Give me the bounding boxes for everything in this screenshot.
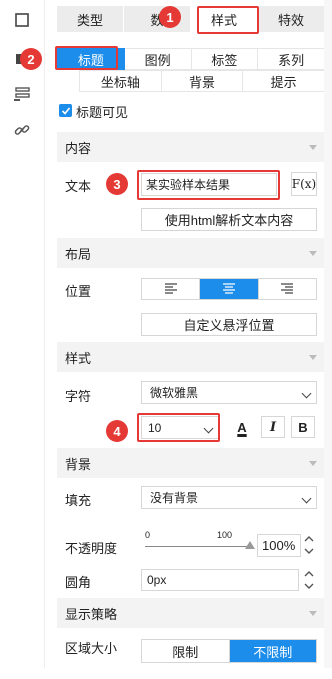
chevron-down-icon[interactable] bbox=[303, 545, 315, 557]
tab-effects[interactable]: 特效 bbox=[258, 6, 325, 32]
area-size-label: 区域大小 bbox=[65, 641, 118, 656]
section-content[interactable]: 内容 bbox=[57, 132, 325, 162]
fill-value: 没有背景 bbox=[150, 491, 199, 505]
title-visible-label: 标题可见 bbox=[76, 105, 129, 120]
custom-float-position-button[interactable]: 自定义悬浮位置 bbox=[141, 313, 317, 336]
subtab-tooltip[interactable]: 提示 bbox=[243, 70, 326, 92]
radius-stepper[interactable] bbox=[303, 568, 317, 592]
section-background-title: 背景 bbox=[65, 456, 92, 472]
opacity-stepper[interactable] bbox=[303, 533, 317, 558]
left-icon-rail bbox=[0, 0, 44, 679]
collapse-caret-icon bbox=[309, 250, 317, 256]
font-label: 字符 bbox=[65, 389, 92, 404]
callout-box-font-size bbox=[137, 413, 220, 442]
slider-max-label: 100 bbox=[217, 530, 233, 540]
chart-property-panel: 类型 数 样式 特效 标题 图例 标签 系列 坐标轴 背景 提示 标题可见 内容… bbox=[0, 0, 332, 679]
collapse-caret-icon bbox=[309, 354, 317, 360]
table-list-icon[interactable] bbox=[12, 84, 32, 104]
opacity-slider-track[interactable] bbox=[145, 546, 251, 547]
bold-button[interactable]: B bbox=[291, 416, 315, 438]
fill-select[interactable]: 没有背景 bbox=[141, 486, 317, 509]
section-display-strategy[interactable]: 显示策略 bbox=[57, 598, 325, 628]
font-family-select[interactable]: 微软雅黑 bbox=[141, 381, 317, 404]
callout-box-style-tab bbox=[197, 6, 259, 34]
align-left-button[interactable] bbox=[142, 279, 201, 299]
main-tabs: 类型 数 样式 特效 bbox=[57, 6, 325, 32]
subtab-axis[interactable]: 坐标轴 bbox=[79, 70, 162, 92]
collapse-caret-icon bbox=[309, 460, 317, 466]
callout-badge-1: 1 bbox=[159, 6, 181, 28]
area-limit-option[interactable]: 限制 bbox=[142, 640, 230, 662]
section-style[interactable]: 样式 bbox=[57, 342, 325, 372]
font-color-button[interactable]: A bbox=[231, 416, 253, 438]
chevron-up-icon[interactable] bbox=[303, 533, 315, 545]
area-size-segment: 限制 不限制 bbox=[141, 639, 317, 663]
area-unlimited-option[interactable]: 不限制 bbox=[229, 640, 316, 662]
text-label: 文本 bbox=[65, 179, 92, 194]
fill-label: 填充 bbox=[65, 493, 92, 508]
section-layout[interactable]: 布局 bbox=[57, 238, 325, 268]
chevron-up-icon[interactable] bbox=[303, 568, 315, 580]
chevron-down-icon[interactable] bbox=[303, 580, 315, 592]
html-parse-button[interactable]: 使用html解析文本内容 bbox=[141, 208, 317, 231]
callout-badge-3: 3 bbox=[106, 173, 128, 195]
subtab-series[interactable]: 系列 bbox=[258, 48, 325, 70]
tab-data[interactable]: 数 bbox=[124, 6, 191, 32]
subtab-background[interactable]: 背景 bbox=[161, 70, 244, 92]
radius-input[interactable]: 0px bbox=[141, 569, 299, 591]
section-style-title: 样式 bbox=[65, 350, 92, 366]
position-label: 位置 bbox=[65, 284, 92, 299]
panel-scrollbar[interactable] bbox=[324, 0, 332, 668]
collapse-caret-icon bbox=[309, 144, 317, 150]
component-square-icon[interactable] bbox=[12, 10, 32, 30]
align-center-icon bbox=[222, 283, 235, 294]
slider-min-label: 0 bbox=[145, 530, 151, 540]
style-subtabs-row-2: 坐标轴 背景 提示 bbox=[79, 70, 326, 92]
title-visible-checkbox[interactable] bbox=[59, 104, 72, 117]
collapse-caret-icon bbox=[309, 610, 317, 616]
align-segment bbox=[141, 278, 317, 300]
section-strategy-title: 显示策略 bbox=[65, 606, 118, 622]
font-family-value: 微软雅黑 bbox=[150, 386, 199, 400]
callout-box-title-subtab bbox=[55, 46, 118, 70]
link-icon[interactable] bbox=[12, 120, 32, 140]
tab-type[interactable]: 类型 bbox=[57, 6, 124, 32]
italic-button[interactable]: I bbox=[261, 416, 285, 438]
align-right-icon bbox=[281, 283, 294, 294]
radius-label: 圆角 bbox=[65, 575, 92, 590]
subtab-legend[interactable]: 图例 bbox=[124, 48, 192, 70]
section-background[interactable]: 背景 bbox=[57, 448, 325, 478]
callout-badge-2: 2 bbox=[20, 48, 42, 70]
formula-button[interactable]: F(x) bbox=[291, 172, 317, 196]
callout-box-text-input bbox=[137, 170, 280, 200]
opacity-slider-thumb[interactable] bbox=[245, 541, 255, 549]
opacity-label: 不透明度 bbox=[65, 541, 118, 556]
check-icon bbox=[61, 106, 70, 115]
section-layout-title: 布局 bbox=[65, 246, 92, 262]
callout-badge-4: 4 bbox=[106, 420, 128, 442]
property-panel: 类型 数 样式 特效 标题 图例 标签 系列 坐标轴 背景 提示 标题可见 内容… bbox=[44, 0, 326, 668]
subtab-label[interactable]: 标签 bbox=[191, 48, 259, 70]
align-left-icon bbox=[164, 283, 177, 294]
opacity-input[interactable]: 100% bbox=[257, 534, 301, 557]
align-right-button[interactable] bbox=[258, 279, 316, 299]
chevron-down-icon bbox=[301, 493, 312, 503]
chevron-down-icon bbox=[301, 388, 312, 398]
align-center-button[interactable] bbox=[200, 279, 259, 299]
section-content-title: 内容 bbox=[65, 140, 92, 156]
